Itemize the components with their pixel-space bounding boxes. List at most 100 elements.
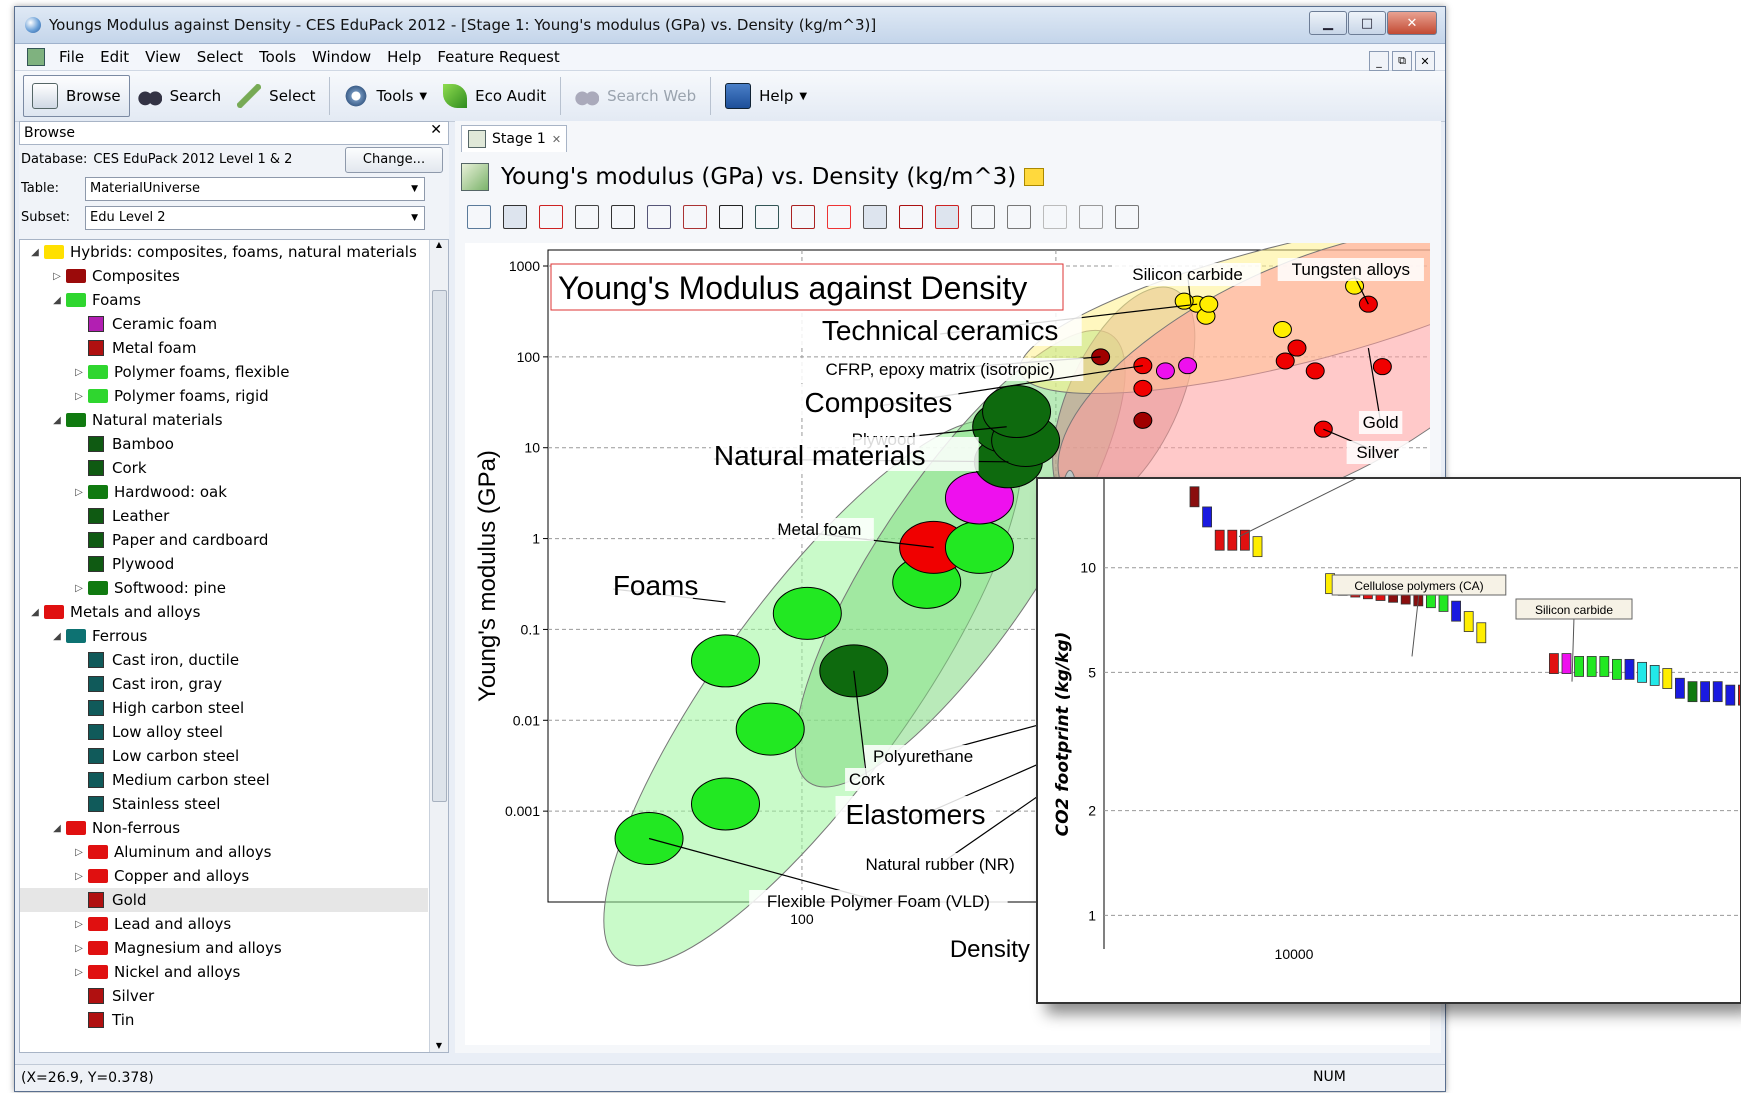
expand-toggle-icon[interactable]: ◢: [50, 823, 64, 834]
tree-item[interactable]: Plywood: [20, 552, 428, 576]
material-bubble[interactable]: [772, 586, 842, 640]
material-bubble[interactable]: [1305, 362, 1325, 380]
eco-audit-button[interactable]: Eco Audit: [435, 76, 554, 116]
tree-item[interactable]: Low alloy steel: [20, 720, 428, 744]
tree-item[interactable]: Ceramic foam: [20, 312, 428, 336]
title-bar[interactable]: Youngs Modulus against Density - CES Edu…: [15, 7, 1445, 44]
tree-item[interactable]: Cork: [20, 456, 428, 480]
tree-item[interactable]: ◢ Metals and alloys: [20, 600, 428, 624]
mdi-restore-button[interactable]: ⧉: [1392, 51, 1412, 71]
tree-item[interactable]: ▷ Composites: [20, 264, 428, 288]
material-bubble[interactable]: [1133, 411, 1153, 429]
scroll-thumb[interactable]: [432, 290, 447, 802]
tree-item[interactable]: ▷ Aluminum and alloys: [20, 840, 428, 864]
find-icon[interactable]: [1007, 205, 1031, 229]
tree-item[interactable]: ▷ Softwood: pine: [20, 576, 428, 600]
tree-item[interactable]: ▷ Copper and alloys: [20, 864, 428, 888]
tree-item[interactable]: Silver: [20, 984, 428, 1008]
delete-hull-icon[interactable]: [683, 205, 707, 229]
flask-icon[interactable]: [1115, 205, 1139, 229]
tree-item[interactable]: ▷ Polymer foams, rigid: [20, 384, 428, 408]
menu-tools[interactable]: Tools: [251, 48, 304, 66]
tree-item[interactable]: Gold: [20, 888, 428, 912]
tree-item[interactable]: High carbon steel: [20, 696, 428, 720]
material-bubble[interactable]: [1272, 321, 1292, 339]
subset-select[interactable]: Edu Level 2: [85, 205, 425, 230]
line-icon[interactable]: [539, 205, 563, 229]
expand-toggle-icon[interactable]: ◢: [28, 607, 42, 618]
select-button[interactable]: Select: [229, 76, 323, 116]
menu-select[interactable]: Select: [189, 48, 251, 66]
families-icon[interactable]: [863, 205, 887, 229]
scroll-up-arrow[interactable]: ▲: [430, 240, 448, 249]
menu-feature-request[interactable]: Feature Request: [429, 48, 567, 66]
expand-toggle-icon[interactable]: ▷: [72, 391, 86, 402]
tree-item[interactable]: Bamboo: [20, 432, 428, 456]
expand-toggle-icon[interactable]: ◢: [50, 415, 64, 426]
menu-view[interactable]: View: [137, 48, 189, 66]
favorite-icon[interactable]: [1043, 205, 1067, 229]
menu-edit[interactable]: Edit: [92, 48, 137, 66]
expand-toggle-icon[interactable]: ◢: [50, 295, 64, 306]
menu-file[interactable]: File: [51, 48, 92, 66]
close-icon[interactable]: ✕: [430, 122, 442, 138]
unzoom-icon[interactable]: [791, 205, 815, 229]
tree-item[interactable]: Cast iron, ductile: [20, 648, 428, 672]
expand-toggle-icon[interactable]: ▷: [72, 847, 86, 858]
show-all-icon[interactable]: [827, 205, 851, 229]
mdi-minimize-button[interactable]: _: [1369, 51, 1389, 71]
zoom-icon[interactable]: [755, 205, 779, 229]
maximize-button[interactable]: □: [1348, 11, 1386, 35]
highlight-icon[interactable]: [899, 205, 923, 229]
expand-toggle-icon[interactable]: ▷: [72, 871, 86, 882]
material-bubble[interactable]: [1199, 295, 1219, 313]
edit-pencil-icon[interactable]: [1024, 168, 1045, 186]
tools-button[interactable]: Tools ▼: [336, 76, 435, 116]
hide-icon[interactable]: [935, 205, 959, 229]
browse-button[interactable]: Browse: [23, 75, 130, 117]
tree-item[interactable]: Tin: [20, 1008, 428, 1032]
expand-toggle-icon[interactable]: ◢: [50, 631, 64, 642]
tab-stage-1[interactable]: Stage 1 ✕: [461, 125, 567, 152]
material-bubble[interactable]: [982, 385, 1052, 439]
table-select[interactable]: MaterialUniverse: [85, 176, 425, 201]
material-bubble[interactable]: [819, 644, 889, 698]
hull-icon[interactable]: [647, 205, 671, 229]
tree-item[interactable]: Cast iron, gray: [20, 672, 428, 696]
pen-icon[interactable]: [1079, 205, 1103, 229]
expand-toggle-icon[interactable]: ▷: [50, 271, 64, 282]
tree-item[interactable]: ◢ Non-ferrous: [20, 816, 428, 840]
material-bubble[interactable]: [735, 702, 805, 756]
tree-scrollbar[interactable]: ▲ ▼: [429, 240, 448, 1052]
tree-item[interactable]: ▷ Hardwood: oak: [20, 480, 428, 504]
material-bubble[interactable]: [1287, 339, 1307, 357]
tree-item[interactable]: ◢ Foams: [20, 288, 428, 312]
tree-item[interactable]: ▷ Nickel and alloys: [20, 960, 428, 984]
tree-item[interactable]: Stainless steel: [20, 792, 428, 816]
tree-item[interactable]: Paper and cardboard: [20, 528, 428, 552]
minimize-button[interactable]: ▁: [1309, 11, 1347, 35]
material-bubble[interactable]: [1155, 362, 1175, 380]
expand-toggle-icon[interactable]: ▷: [72, 487, 86, 498]
tree-item[interactable]: ◢ Hybrids: composites, foams, natural mat…: [20, 240, 428, 264]
expand-toggle-icon[interactable]: ◢: [28, 247, 42, 258]
material-bubble[interactable]: [1133, 379, 1153, 397]
expand-toggle-icon[interactable]: ▷: [72, 943, 86, 954]
material-bubble[interactable]: [1372, 358, 1392, 376]
expand-toggle-icon[interactable]: ▷: [72, 919, 86, 930]
change-database-button[interactable]: Change...: [345, 146, 443, 173]
tree-item[interactable]: ◢ Ferrous: [20, 624, 428, 648]
chart-settings-icon[interactable]: [467, 205, 491, 229]
text-annotation-icon[interactable]: [719, 205, 743, 229]
material-bubble[interactable]: [1275, 352, 1295, 370]
menu-window[interactable]: Window: [304, 48, 379, 66]
material-bubble[interactable]: [691, 634, 761, 688]
mdi-close-button[interactable]: ✕: [1415, 51, 1435, 71]
expand-toggle-icon[interactable]: ▷: [72, 583, 86, 594]
material-bubble[interactable]: [1178, 357, 1198, 375]
hatch-icon[interactable]: [971, 205, 995, 229]
expand-toggle-icon[interactable]: ▷: [72, 367, 86, 378]
tree-item[interactable]: Leather: [20, 504, 428, 528]
material-bubble[interactable]: [1358, 295, 1378, 313]
menu-help[interactable]: Help: [379, 48, 429, 66]
